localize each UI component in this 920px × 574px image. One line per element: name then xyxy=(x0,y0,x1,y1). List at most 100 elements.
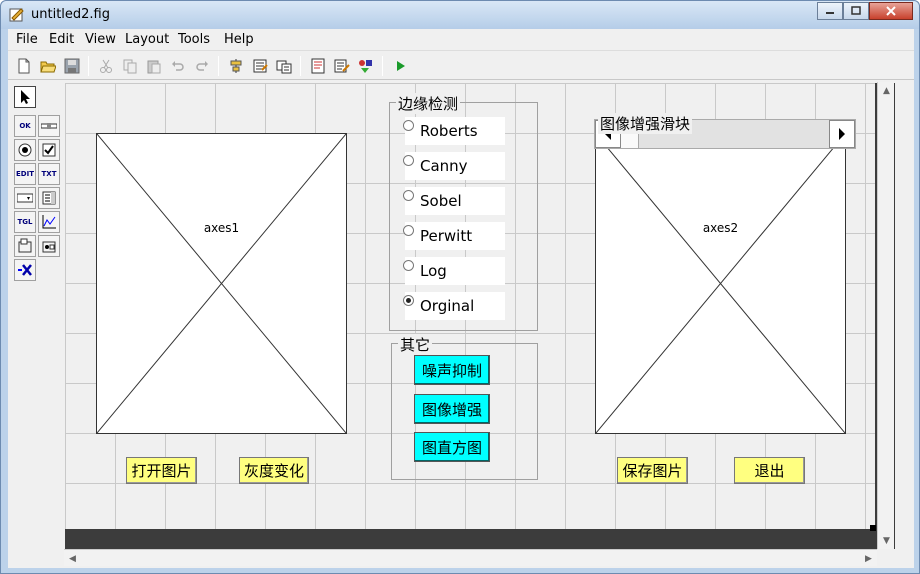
close-icon xyxy=(886,6,896,16)
menu-tools[interactable]: Tools xyxy=(178,32,210,47)
axes1-label: axes1 xyxy=(203,221,240,235)
menu-help[interactable]: Help xyxy=(224,32,254,47)
radio-roberts-label: Roberts xyxy=(420,122,478,140)
radio-orginal-indicator xyxy=(403,294,414,306)
menu-bar: File Edit View Layout Tools Help xyxy=(8,29,914,51)
radio-canny[interactable]: Canny xyxy=(403,152,505,180)
exit-button[interactable]: 退出 xyxy=(734,457,805,484)
maximize-icon xyxy=(851,6,861,15)
push-button-tool-label: OK xyxy=(19,122,31,130)
radio-perwitt[interactable]: Perwitt xyxy=(403,222,505,250)
menu-edit[interactable]: Edit xyxy=(49,32,74,47)
axes2[interactable]: axes2 xyxy=(595,133,846,434)
radio-sobel-indicator xyxy=(403,189,414,201)
undo-icon[interactable] xyxy=(168,56,188,76)
m-file-editor-icon[interactable] xyxy=(308,56,328,76)
popup-menu-tool-icon[interactable] xyxy=(14,187,36,209)
listbox-tool-icon[interactable] xyxy=(38,187,60,209)
menu-file[interactable]: File xyxy=(16,32,38,47)
menu-layout[interactable]: Layout xyxy=(125,32,169,47)
minimize-icon xyxy=(826,12,834,14)
panel-tool-icon[interactable] xyxy=(14,235,36,257)
edge-detection-group[interactable]: 边缘检测 Roberts Canny Sobel Perwitt Log Org… xyxy=(389,93,538,331)
radio-roberts-indicator xyxy=(403,119,414,131)
edge-detection-title: 边缘检测 xyxy=(396,93,461,114)
minimize-button[interactable] xyxy=(817,2,843,20)
radio-orginal[interactable]: Orginal xyxy=(403,292,505,320)
slider-title: 图像增强滑块 xyxy=(598,113,693,134)
axes-tool-icon[interactable] xyxy=(38,211,60,233)
radio-sobel[interactable]: Sobel xyxy=(403,187,505,215)
push-button-tool-icon[interactable]: OK xyxy=(14,115,36,137)
edit-text-tool-label: EDIT xyxy=(16,170,34,178)
copy-icon[interactable] xyxy=(120,56,140,76)
open-image-button[interactable]: 打开图片 xyxy=(126,457,197,484)
histogram-button[interactable]: 图直方图 xyxy=(414,432,490,462)
cut-icon[interactable] xyxy=(96,56,116,76)
slider-right-arrow-icon[interactable] xyxy=(829,120,855,148)
edit-text-tool-icon[interactable]: EDIT xyxy=(14,163,36,185)
activex-tool-icon[interactable] xyxy=(14,259,36,281)
scroll-right-icon[interactable]: ▶ xyxy=(860,550,877,567)
component-palette: OK EDIT TXT TGL xyxy=(12,84,62,284)
client-area: File Edit View Layout Tools Help OK EDIT… xyxy=(8,29,914,568)
horizontal-scrollbar[interactable]: ◀ ▶ xyxy=(64,549,877,566)
radio-perwitt-indicator xyxy=(403,224,414,236)
save-icon[interactable] xyxy=(62,56,82,76)
menu-view[interactable]: View xyxy=(85,32,116,47)
tab-order-icon[interactable] xyxy=(274,56,294,76)
toolbar-separator xyxy=(218,56,219,76)
redo-icon[interactable] xyxy=(192,56,212,76)
new-file-icon[interactable] xyxy=(14,56,34,76)
paste-icon[interactable] xyxy=(144,56,164,76)
radio-canny-indicator xyxy=(403,154,414,166)
radio-canny-label: Canny xyxy=(420,157,468,175)
other-group[interactable]: 其它 噪声抑制 图像增强 图直方图 xyxy=(391,334,538,480)
gray-change-button[interactable]: 灰度变化 xyxy=(239,457,309,484)
radio-log-indicator xyxy=(403,259,414,271)
close-button[interactable] xyxy=(869,2,913,20)
scroll-left-icon[interactable]: ◀ xyxy=(64,550,81,567)
toolbar-separator xyxy=(300,56,301,76)
image-enhance-button[interactable]: 图像增强 xyxy=(414,394,490,424)
guide-window: untitled2.fig File Edit View Layout Tool… xyxy=(0,0,920,574)
title-bar[interactable]: untitled2.fig xyxy=(1,1,919,29)
radio-roberts[interactable]: Roberts xyxy=(403,117,505,145)
checkbox-tool-icon[interactable] xyxy=(38,139,60,161)
static-text-tool-icon[interactable]: TXT xyxy=(38,163,60,185)
toolbar xyxy=(8,52,914,80)
slider-tool-icon[interactable] xyxy=(38,115,60,137)
window-title: untitled2.fig xyxy=(31,7,110,22)
toolbar-separator xyxy=(88,56,89,76)
figure-file-icon xyxy=(9,8,24,22)
axes2-placeholder-cross xyxy=(596,134,845,433)
toggle-button-tool-label: TGL xyxy=(17,218,33,226)
open-folder-icon[interactable] xyxy=(38,56,58,76)
align-icon[interactable] xyxy=(226,56,246,76)
menu-editor-icon[interactable] xyxy=(250,56,270,76)
radio-sobel-label: Sobel xyxy=(420,192,462,210)
radio-perwitt-label: Perwitt xyxy=(420,227,473,245)
radio-button-tool-icon[interactable] xyxy=(14,139,36,161)
property-inspector-icon[interactable] xyxy=(332,56,352,76)
radio-log[interactable]: Log xyxy=(403,257,505,285)
scroll-down-icon[interactable]: ▼ xyxy=(878,532,895,549)
resize-handle[interactable] xyxy=(870,525,876,531)
radio-log-label: Log xyxy=(420,262,447,280)
radio-orginal-label: Orginal xyxy=(420,297,475,315)
toggle-button-tool-icon[interactable]: TGL xyxy=(14,211,36,233)
scroll-up-icon[interactable]: ▲ xyxy=(878,82,895,99)
axes2-label: axes2 xyxy=(702,221,739,235)
run-icon[interactable] xyxy=(390,56,410,76)
noise-suppression-button[interactable]: 噪声抑制 xyxy=(414,355,490,385)
other-group-title: 其它 xyxy=(398,334,433,355)
maximize-button[interactable] xyxy=(843,2,869,20)
save-image-button[interactable]: 保存图片 xyxy=(617,457,688,484)
toolbar-separator xyxy=(382,56,383,76)
canvas-border-bottom xyxy=(65,529,895,549)
object-browser-icon[interactable] xyxy=(356,56,376,76)
axes1[interactable]: axes1 xyxy=(96,133,347,434)
select-tool-icon[interactable] xyxy=(14,86,36,108)
vertical-scrollbar[interactable]: ▲ ▼ xyxy=(877,82,894,549)
button-group-tool-icon[interactable] xyxy=(38,235,60,257)
